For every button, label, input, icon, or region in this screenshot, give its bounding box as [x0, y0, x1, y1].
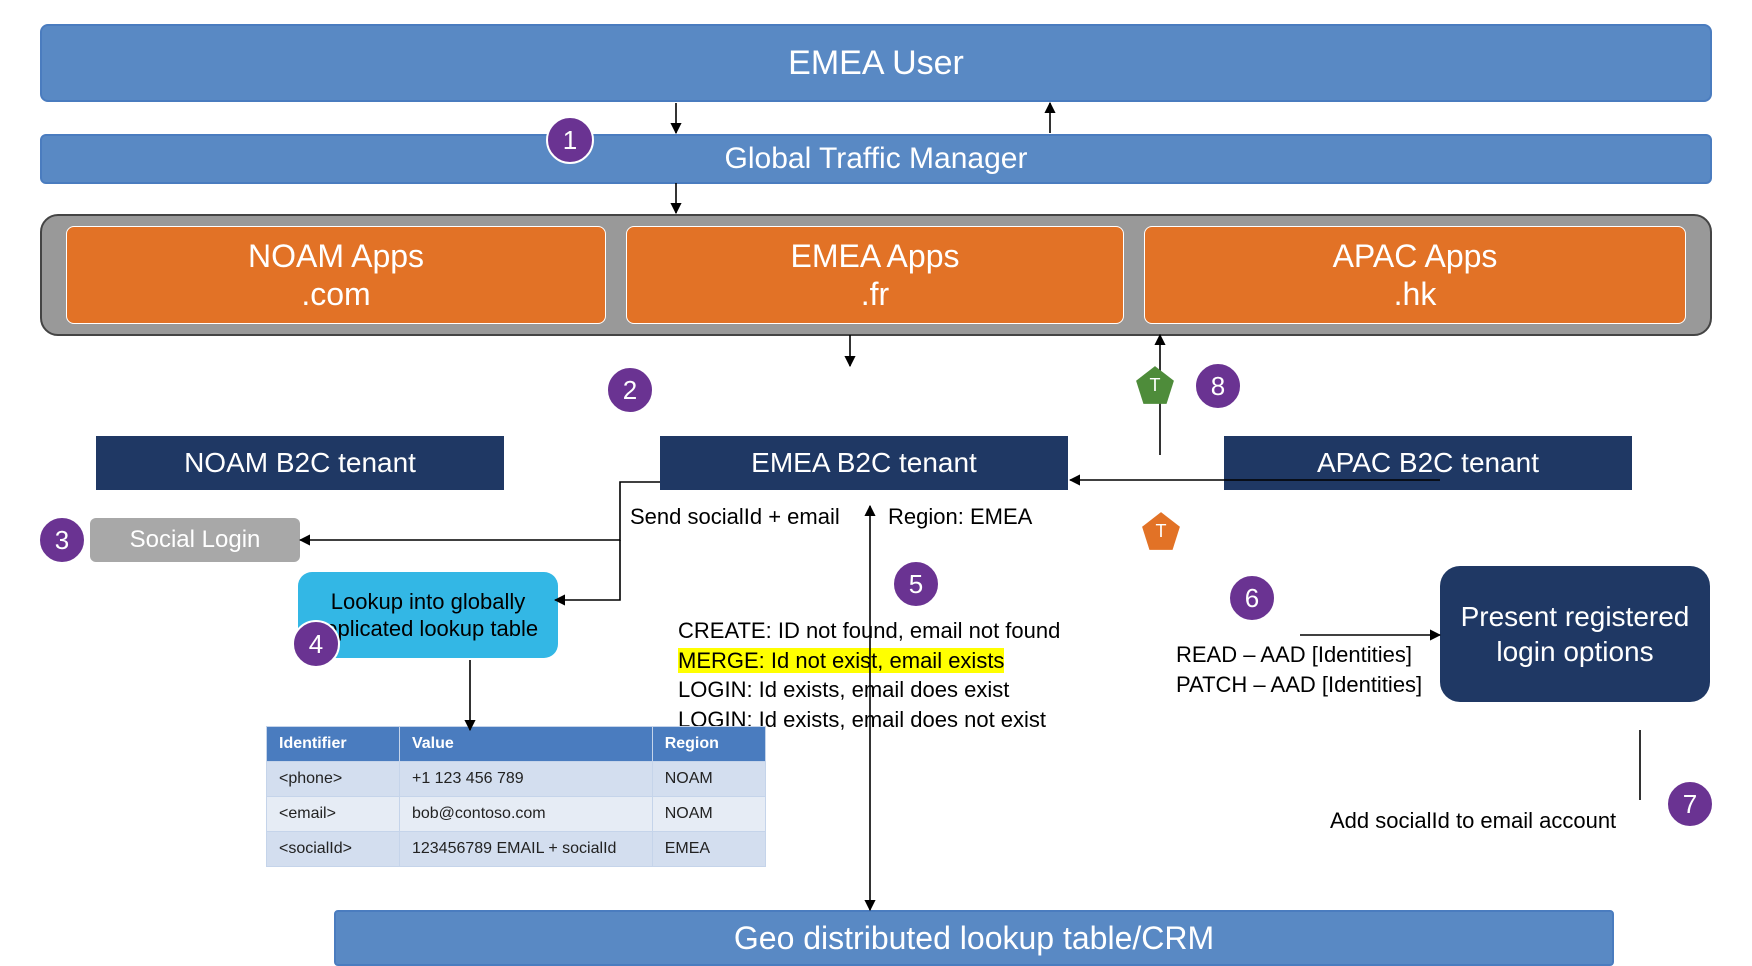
- cell: <socialId>: [267, 832, 400, 867]
- token-label-2: T: [1140, 510, 1182, 552]
- footer-label: Geo distributed lookup table/CRM: [734, 920, 1214, 957]
- apac-tenant: APAC B2C tenant: [1224, 436, 1632, 490]
- step-2: 2: [606, 366, 654, 414]
- token-label: T: [1134, 364, 1176, 406]
- present-box-label: Present registered login options: [1440, 599, 1710, 669]
- emea-user-label: EMEA User: [788, 44, 964, 83]
- cell: <email>: [267, 797, 400, 832]
- noam-apps-title: NOAM Apps: [248, 237, 424, 275]
- noam-apps: NOAM Apps .com: [66, 226, 606, 324]
- noam-tenant: NOAM B2C tenant: [96, 436, 504, 490]
- step-1: 1: [546, 116, 594, 164]
- present-box: Present registered login options: [1440, 566, 1710, 702]
- cell: 123456789 EMAIL + socialId: [399, 832, 652, 867]
- step-8-num: 8: [1211, 371, 1225, 402]
- footer-bar: Geo distributed lookup table/CRM: [334, 910, 1614, 966]
- th-value: Value: [399, 727, 652, 762]
- cell: NOAM: [652, 762, 765, 797]
- step-3-num: 3: [55, 525, 69, 556]
- decision-block: CREATE: ID not found, email not found ME…: [678, 616, 1060, 735]
- noam-apps-tld: .com: [248, 275, 424, 313]
- cell: +1 123 456 789: [399, 762, 652, 797]
- emea-apps-tld: .fr: [791, 275, 960, 313]
- cell: <phone>: [267, 762, 400, 797]
- step-2-num: 2: [623, 375, 637, 406]
- apac-apps-tld: .hk: [1333, 275, 1498, 313]
- step-4-num: 4: [309, 629, 323, 660]
- table-row: <socialId> 123456789 EMAIL + socialId EM…: [267, 832, 766, 867]
- token-pentagon-green: T: [1134, 364, 1176, 406]
- step-6-num: 6: [1245, 583, 1259, 614]
- social-login-label: Social Login: [130, 526, 261, 554]
- emea-tenant: EMEA B2C tenant: [660, 436, 1068, 490]
- step-5-num: 5: [909, 569, 923, 600]
- aad-read: READ – AAD [Identities]: [1176, 640, 1422, 670]
- step-3: 3: [38, 516, 86, 564]
- emea-user-bar: EMEA User: [40, 24, 1712, 102]
- step-4: 4: [292, 620, 340, 668]
- table-row: <phone> +1 123 456 789 NOAM: [267, 762, 766, 797]
- step-7: 7: [1666, 780, 1714, 828]
- token-pentagon-orange: T: [1140, 510, 1182, 552]
- aad-patch: PATCH – AAD [Identities]: [1176, 670, 1422, 700]
- label-add-social: Add socialId to email account: [1330, 808, 1616, 834]
- th-identifier: Identifier: [267, 727, 400, 762]
- label-send: Send socialId + email: [630, 504, 840, 530]
- table-header-row: Identifier Value Region: [267, 727, 766, 762]
- noam-tenant-label: NOAM B2C tenant: [184, 447, 416, 479]
- step-1-num: 1: [563, 125, 577, 156]
- emea-tenant-label: EMEA B2C tenant: [751, 447, 977, 479]
- step-8: 8: [1194, 362, 1242, 410]
- apac-apps-title: APAC Apps: [1333, 237, 1498, 275]
- table-row: <email> bob@contoso.com NOAM: [267, 797, 766, 832]
- decision-merge: MERGE: Id not exist, email exists: [678, 648, 1004, 673]
- decision-login1: LOGIN: Id exists, email does exist: [678, 675, 1060, 705]
- social-login: Social Login: [90, 518, 300, 562]
- step-5: 5: [892, 560, 940, 608]
- gtm-bar: Global Traffic Manager: [40, 134, 1712, 184]
- cell: NOAM: [652, 797, 765, 832]
- aad-block: READ – AAD [Identities] PATCH – AAD [Ide…: [1176, 640, 1422, 699]
- cell: EMEA: [652, 832, 765, 867]
- lookup-table: Identifier Value Region <phone> +1 123 4…: [266, 726, 766, 867]
- emea-apps-title: EMEA Apps: [791, 237, 960, 275]
- lookup-box-label: Lookup into globally replicated lookup t…: [312, 588, 544, 643]
- decision-create: CREATE: ID not found, email not found: [678, 616, 1060, 646]
- step-6: 6: [1228, 574, 1276, 622]
- emea-apps: EMEA Apps .fr: [626, 226, 1124, 324]
- apac-tenant-label: APAC B2C tenant: [1317, 447, 1539, 479]
- th-region: Region: [652, 727, 765, 762]
- step-7-num: 7: [1683, 789, 1697, 820]
- gtm-label: Global Traffic Manager: [725, 142, 1028, 176]
- label-region: Region: EMEA: [888, 504, 1032, 530]
- apac-apps: APAC Apps .hk: [1144, 226, 1686, 324]
- cell: bob@contoso.com: [399, 797, 652, 832]
